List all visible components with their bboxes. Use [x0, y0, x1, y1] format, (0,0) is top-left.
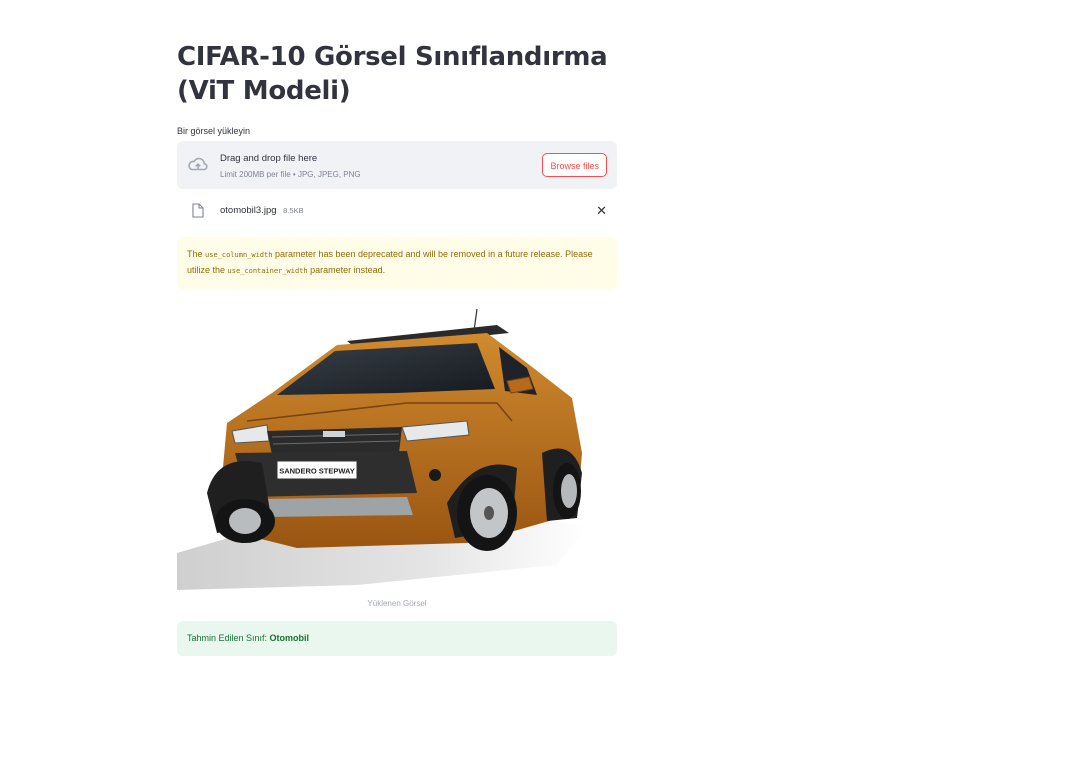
license-plate-text: SANDERO STEPWAY	[279, 467, 355, 476]
deprecation-warning: The use_column_width parameter has been …	[177, 237, 617, 289]
file-size: 8.5KB	[283, 206, 304, 215]
warning-text-3: parameter instead.	[307, 265, 386, 275]
browse-files-button[interactable]: Browse files	[542, 153, 607, 177]
warning-text-1: The	[187, 249, 206, 259]
prediction-label: Tahmin Edilen Sınıf:	[187, 633, 270, 643]
main-content: CIFAR-10 Görsel Sınıflandırma (ViT Model…	[177, 40, 617, 656]
remove-file-button[interactable]: ✕	[596, 203, 607, 219]
page-title: CIFAR-10 Görsel Sınıflandırma (ViT Model…	[177, 42, 608, 106]
uploaded-file-row: otomobil3.jpg 8.5KB ✕	[177, 191, 617, 231]
file-name: otomobil3.jpg 8.5KB	[220, 205, 304, 216]
file-dropzone[interactable]: Drag and drop file here Limit 200MB per …	[177, 141, 617, 189]
dropzone-title: Drag and drop file here	[220, 153, 318, 164]
uploader-label: Bir görsel yükleyin	[177, 126, 251, 136]
dropzone-subtitle: Limit 200MB per file • JPG, JPEG, PNG	[220, 170, 361, 179]
car-image: SANDERO STEPWAY	[177, 308, 587, 590]
file-icon	[192, 203, 204, 218]
uploaded-image: SANDERO STEPWAY	[177, 303, 617, 590]
warning-code-2: use_container_width	[227, 267, 308, 275]
prediction-result: Tahmin Edilen Sınıf: Otomobil	[177, 621, 617, 656]
file-name-text: otomobil3.jpg	[220, 205, 277, 216]
warning-code-1: use_column_width	[205, 251, 273, 259]
prediction-value: Otomobil	[269, 633, 310, 643]
cloud-upload-icon	[188, 157, 208, 171]
image-caption: Yüklenen Görsel	[367, 599, 427, 608]
